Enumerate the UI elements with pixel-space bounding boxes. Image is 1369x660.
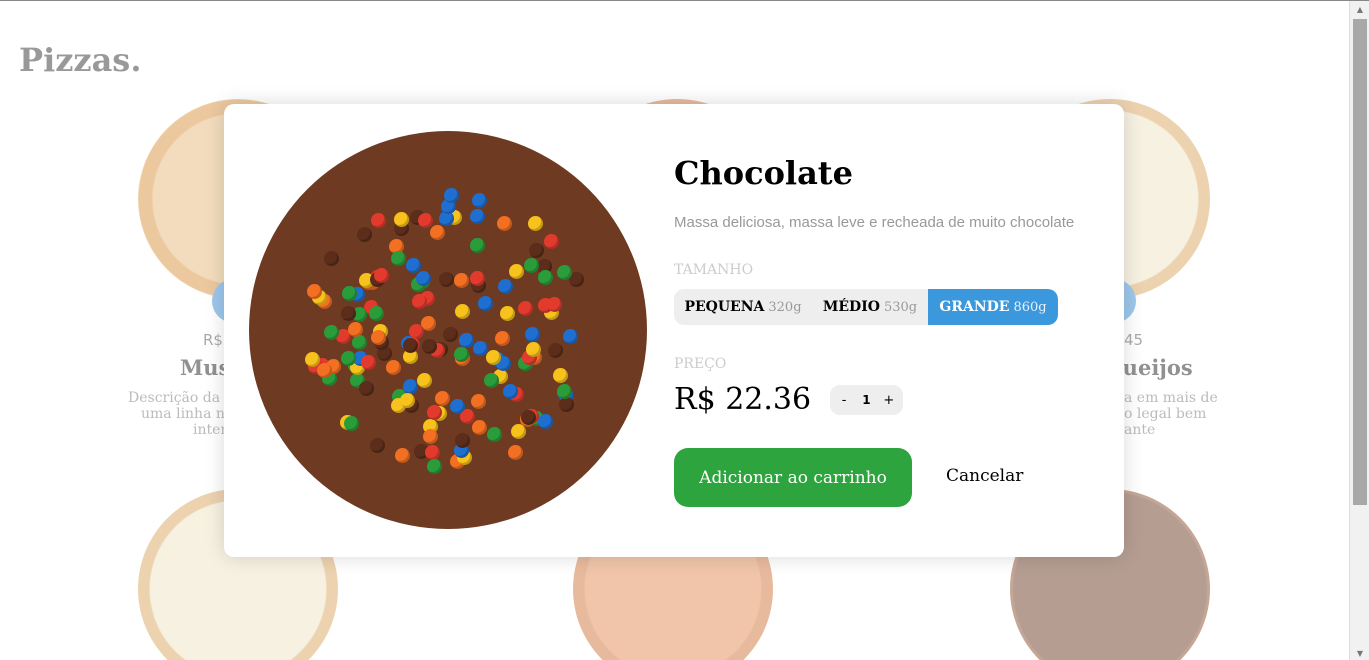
- candy-topping: [486, 426, 502, 442]
- candy-topping: [517, 300, 533, 316]
- size-option-large[interactable]: GRANDE 860g: [928, 289, 1058, 325]
- candy-topping: [520, 409, 536, 425]
- candy-topping: [544, 234, 560, 250]
- candy-topping: [527, 215, 543, 231]
- candy-topping: [495, 331, 511, 347]
- scroll-down-arrow-icon[interactable]: ▼: [1350, 645, 1369, 660]
- candy-topping: [402, 337, 418, 353]
- candy-topping: [524, 326, 540, 342]
- candy-topping: [386, 360, 402, 376]
- candy-topping: [423, 428, 439, 444]
- candy-topping: [351, 335, 367, 351]
- candy-topping: [499, 306, 515, 322]
- candy-topping: [356, 227, 372, 243]
- candy-topping: [524, 257, 540, 273]
- quantity-value: 1: [862, 393, 871, 407]
- candy-topping: [552, 367, 568, 383]
- increase-quantity-button[interactable]: +: [879, 393, 899, 408]
- size-selector: PEQUENA 320g MÉDIO 530g GRANDE 860g: [674, 289, 1058, 325]
- size-weight: 530g: [883, 299, 918, 315]
- candy-topping: [537, 414, 553, 430]
- size-label: TAMANHO: [674, 262, 754, 278]
- candy-topping: [558, 397, 574, 413]
- size-name: MÉDIO: [822, 299, 880, 315]
- candy-topping: [347, 321, 363, 337]
- candy-topping: [472, 419, 488, 435]
- candy-topping: [426, 459, 442, 475]
- candy-topping: [450, 398, 466, 414]
- candy-topping: [371, 329, 387, 345]
- candy-topping: [444, 188, 460, 204]
- candy-topping: [340, 305, 356, 321]
- candy-topping: [470, 208, 486, 224]
- candy-topping: [537, 270, 553, 286]
- scroll-up-arrow-icon[interactable]: ▲: [1350, 1, 1369, 17]
- candy-topping: [477, 296, 493, 312]
- scrollbar[interactable]: ▲ ▼: [1349, 1, 1369, 660]
- size-weight: 320g: [768, 299, 802, 315]
- candy-topping: [434, 390, 450, 406]
- candy-topping: [496, 215, 512, 231]
- candy-topping: [340, 351, 356, 367]
- candy-topping: [454, 433, 470, 449]
- candy-topping: [547, 342, 563, 358]
- candy-topping: [371, 212, 387, 228]
- candy-topping: [361, 354, 377, 370]
- candy-topping: [471, 394, 487, 410]
- candy-topping: [528, 242, 544, 258]
- decrease-quantity-button[interactable]: -: [834, 393, 854, 408]
- candy-topping: [359, 380, 375, 396]
- candy-topping: [443, 326, 459, 342]
- candy-topping: [421, 338, 437, 354]
- candy-topping: [344, 416, 360, 432]
- candy-topping: [484, 372, 500, 388]
- candy-topping: [472, 192, 488, 208]
- candy-topping: [390, 251, 406, 267]
- candy-topping: [455, 303, 471, 319]
- add-to-cart-button[interactable]: Adicionar ao carrinho: [674, 448, 912, 507]
- candy-topping: [395, 448, 411, 464]
- candy-topping: [454, 346, 470, 362]
- candy-topping: [416, 373, 432, 389]
- candy-topping: [562, 329, 578, 345]
- cancel-button[interactable]: Cancelar: [946, 466, 1023, 486]
- candy-topping: [547, 296, 563, 312]
- candy-topping: [374, 267, 390, 283]
- pizza-description: Massa deliciosa, massa leve e recheada d…: [674, 214, 1075, 231]
- candy-topping: [369, 306, 385, 322]
- candy-topping: [411, 294, 427, 310]
- size-weight: 860g: [1013, 299, 1047, 315]
- candy-topping: [438, 272, 454, 288]
- price-label: PREÇO: [674, 356, 727, 372]
- pizza-modal: Chocolate Massa deliciosa, massa leve e …: [224, 104, 1124, 557]
- pizza-title: Chocolate: [674, 154, 853, 192]
- candy-topping: [370, 438, 386, 453]
- size-name: PEQUENA: [684, 299, 765, 315]
- candy-topping: [509, 263, 525, 279]
- quantity-stepper: - 1 +: [830, 385, 903, 415]
- size-option-small[interactable]: PEQUENA 320g: [674, 289, 812, 325]
- candy-topping: [454, 272, 470, 288]
- candy-topping: [403, 378, 419, 394]
- pizza-image: [249, 131, 647, 529]
- candy-topping: [425, 444, 441, 460]
- candy-topping: [323, 324, 339, 340]
- candy-topping: [406, 257, 422, 273]
- candy-topping: [430, 225, 446, 241]
- candy-topping: [507, 444, 523, 460]
- candy-topping: [458, 332, 474, 348]
- candy-topping: [470, 237, 486, 253]
- size-name: GRANDE: [939, 299, 1010, 315]
- candy-topping: [324, 250, 340, 266]
- candy-topping: [415, 271, 431, 287]
- scrollbar-thumb[interactable]: [1353, 19, 1367, 505]
- size-option-medium[interactable]: MÉDIO 530g: [812, 289, 928, 325]
- candy-topping: [469, 271, 485, 287]
- price-value: R$ 22.36: [674, 382, 812, 417]
- candy-topping: [498, 279, 514, 295]
- candy-topping: [304, 351, 320, 367]
- candy-topping: [417, 213, 433, 229]
